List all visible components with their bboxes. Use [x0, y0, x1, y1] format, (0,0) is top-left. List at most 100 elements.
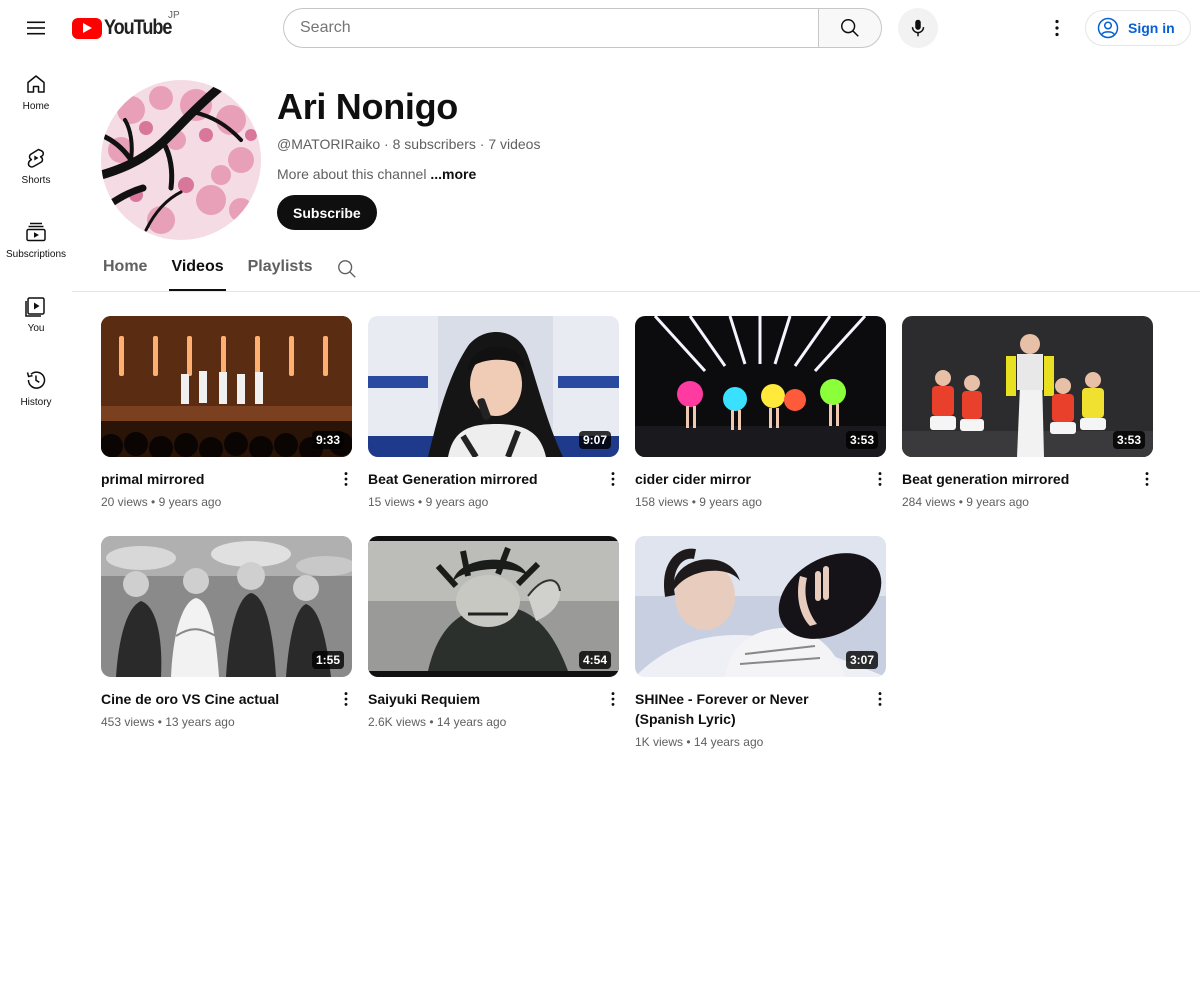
video-action-menu-button[interactable] — [601, 467, 625, 491]
sidebar-item-you[interactable]: You — [0, 278, 72, 352]
more-vertical-icon — [611, 472, 615, 486]
home-icon — [27, 75, 45, 93]
more-vertical-icon — [1055, 19, 1059, 37]
tabs-divider — [72, 291, 1200, 292]
sidebar-item-label: History — [20, 397, 52, 408]
shorts-icon — [27, 148, 45, 168]
video-action-menu-button[interactable] — [1135, 467, 1159, 491]
video-details: primal mirrored 20 views • 9 years ago — [101, 457, 352, 511]
upload-age: 14 years ago — [436, 715, 507, 729]
sign-in-label: Sign in — [1128, 20, 1175, 36]
video-duration: 3:07 — [845, 651, 878, 669]
settings-more-button[interactable] — [1037, 8, 1077, 48]
microphone-icon — [911, 19, 925, 37]
video-card: 9:07 Beat Generation mirrored 15 views •… — [368, 316, 619, 511]
view-count: 158 views — [635, 495, 689, 509]
channel-avatar — [101, 80, 261, 240]
hamburger-icon — [27, 21, 45, 35]
video-duration: 9:33 — [311, 431, 344, 449]
video-duration: 3:53 — [1112, 431, 1145, 449]
video-count: 7 videos — [488, 136, 541, 152]
video-card: 3:53 Beat generation mirrored 284 views … — [902, 316, 1153, 511]
you-icon — [25, 297, 45, 317]
view-count: 284 views — [902, 495, 956, 509]
sidebar-item-label: Subscriptions — [5, 249, 67, 260]
more-link[interactable]: ...more — [430, 166, 476, 182]
video-action-menu-button[interactable] — [334, 467, 358, 491]
video-metadata: 15 views • 9 years ago — [368, 495, 489, 509]
sidebar-item-history[interactable]: History — [0, 352, 72, 426]
video-title[interactable]: SHINee - Forever or Never (Spanish Lyric… — [635, 689, 858, 729]
tab-home[interactable]: Home — [101, 248, 149, 291]
subscribe-button[interactable]: Subscribe — [277, 195, 377, 230]
view-count: 453 views — [101, 715, 155, 729]
channel-tabs: Home Videos Playlists — [101, 248, 367, 291]
video-title[interactable]: primal mirrored — [101, 469, 324, 489]
video-grid: 9:33 primal mirrored 20 views • 9 years … — [101, 316, 1157, 751]
video-thumbnail[interactable]: 3:53 — [902, 316, 1153, 457]
video-thumbnail[interactable]: 9:33 — [101, 316, 352, 457]
guide-sidebar: Home Shorts Subscriptions You History — [0, 56, 72, 426]
video-thumbnail[interactable]: 1:55 — [101, 536, 352, 677]
video-thumbnail[interactable]: 4:54 — [368, 536, 619, 677]
video-card: 3:07 SHINee - Forever or Never (Spanish … — [635, 536, 886, 751]
voice-search-button[interactable] — [898, 8, 938, 48]
video-action-menu-button[interactable] — [601, 687, 625, 711]
youtube-wordmark: YouTube — [104, 16, 172, 39]
video-action-menu-button[interactable] — [868, 687, 892, 711]
upload-age: 14 years ago — [693, 735, 764, 749]
sidebar-item-label: You — [27, 323, 45, 334]
video-metadata: 284 views • 9 years ago — [902, 495, 1029, 509]
sign-in-button[interactable]: Sign in — [1085, 10, 1191, 46]
subscriber-count: 8 subscribers — [392, 136, 476, 152]
channel-search-button[interactable] — [327, 249, 367, 289]
video-details: SHINee - Forever or Never (Spanish Lyric… — [635, 677, 886, 751]
channel-name: Ari Nonigo — [277, 86, 458, 127]
video-action-menu-button[interactable] — [334, 687, 358, 711]
video-title[interactable]: Beat Generation mirrored — [368, 469, 591, 489]
sidebar-item-subscriptions[interactable]: Subscriptions — [0, 204, 72, 278]
view-count: 15 views — [368, 495, 415, 509]
video-thumbnail[interactable]: 3:53 — [635, 316, 886, 457]
video-action-menu-button[interactable] — [868, 467, 892, 491]
tab-playlists[interactable]: Playlists — [246, 248, 315, 291]
view-count: 1K views — [635, 735, 684, 749]
region-code: JP — [168, 10, 180, 21]
sidebar-item-home[interactable]: Home — [0, 56, 72, 130]
video-metadata: 2.6K views • 14 years ago — [368, 715, 507, 729]
search-button[interactable] — [818, 8, 882, 48]
view-count: 20 views — [101, 495, 148, 509]
upload-age: 9 years ago — [425, 495, 489, 509]
search-icon — [337, 260, 356, 278]
search-input[interactable] — [283, 8, 818, 48]
video-details: Beat generation mirrored 284 views • 9 y… — [902, 457, 1153, 511]
video-title[interactable]: Saiyuki Requiem — [368, 689, 591, 709]
video-details: cider cider mirror 158 views • 9 years a… — [635, 457, 886, 511]
search-bar — [283, 8, 882, 48]
description-text: More about this channel — [277, 166, 427, 182]
video-title[interactable]: cider cider mirror — [635, 469, 858, 489]
sidebar-item-shorts[interactable]: Shorts — [0, 130, 72, 204]
video-thumbnail[interactable]: 3:07 — [635, 536, 886, 677]
video-details: Beat Generation mirrored 15 views • 9 ye… — [368, 457, 619, 511]
video-metadata: 20 views • 9 years ago — [101, 495, 222, 509]
video-details: Saiyuki Requiem 2.6K views • 14 years ag… — [368, 677, 619, 731]
video-title[interactable]: Beat generation mirrored — [902, 469, 1125, 489]
more-vertical-icon — [344, 692, 348, 706]
video-thumbnail[interactable]: 9:07 — [368, 316, 619, 457]
video-duration: 3:53 — [845, 431, 878, 449]
tab-videos[interactable]: Videos — [169, 248, 226, 291]
youtube-logo[interactable]: YouTube JP — [72, 10, 182, 42]
meta-separator: · — [475, 136, 489, 152]
sidebar-item-label: Home — [22, 101, 50, 112]
sidebar-item-label: Shorts — [21, 175, 51, 186]
top-bar: YouTube JP Sign in — [0, 0, 1200, 56]
subscriptions-icon — [26, 222, 46, 242]
video-details: Cine de oro VS Cine actual 453 views • 1… — [101, 677, 352, 731]
video-title[interactable]: Cine de oro VS Cine actual — [101, 689, 324, 709]
video-card: 3:53 cider cider mirror 158 views • 9 ye… — [635, 316, 886, 511]
menu-button[interactable] — [16, 8, 56, 48]
video-card: 9:33 primal mirrored 20 views • 9 years … — [101, 316, 352, 511]
channel-description[interactable]: More about this channel ...more — [277, 166, 476, 182]
upload-age: 9 years ago — [966, 495, 1029, 509]
